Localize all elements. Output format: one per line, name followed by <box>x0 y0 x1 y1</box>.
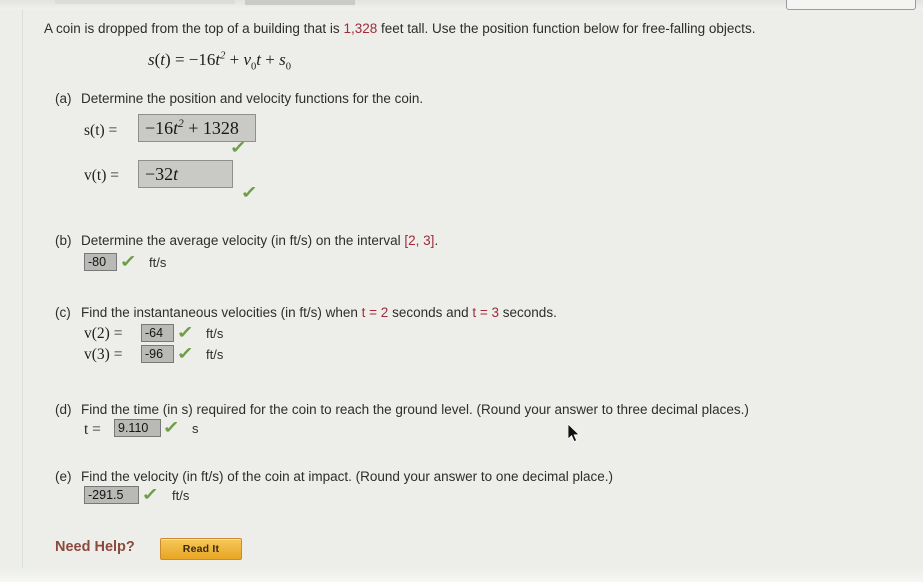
part-b-answer-box[interactable]: -80 <box>84 253 117 271</box>
part-c-row-1-lhs: v(3) = <box>84 346 123 363</box>
part-c-v3-correct-icon: ✓ <box>176 344 195 363</box>
part-b-text: Determine the average velocity (in ft/s)… <box>81 233 438 248</box>
part-d-lhs: t = <box>84 421 101 438</box>
part-b-label: (b) <box>55 233 72 248</box>
part-d-answer-box[interactable]: 9.110 <box>114 419 161 437</box>
part-d-text: Find the time (in s) required for the co… <box>81 402 749 417</box>
part-c-text-before: Find the instantaneous velocities (in ft… <box>81 305 362 320</box>
read-it-button[interactable]: Read It <box>160 538 242 560</box>
part-b-text-before: Determine the average velocity (in ft/s)… <box>81 233 405 248</box>
part-e-text: Find the velocity (in ft/s) of the coin … <box>81 469 613 484</box>
part-c-v2-answer-value: -64 <box>145 326 164 340</box>
problem-text-after: feet tall. Use the position function bel… <box>377 21 756 36</box>
part-b-interval: [2, 3] <box>404 233 435 248</box>
mouse-cursor <box>568 424 580 443</box>
part-c-v3-answer-value: -96 <box>145 347 164 361</box>
part-e-units: ft/s <box>172 488 190 503</box>
part-e-answer-value: -291.5 <box>88 488 124 502</box>
bottom-chrome-strip <box>0 568 923 582</box>
part-a-velocity-answer-value: −32t <box>145 163 179 184</box>
part-b-answer-value: -80 <box>88 255 107 269</box>
part-e-label: (e) <box>55 469 72 484</box>
part-d-label: (d) <box>55 402 72 417</box>
part-a-row-1-lhs: v(t) = <box>84 167 119 184</box>
part-b-text-after: . <box>434 233 439 248</box>
part-c-text: Find the instantaneous velocities (in ft… <box>81 305 557 320</box>
part-c-v2-units: ft/s <box>206 326 224 341</box>
part-a-label: (a) <box>55 91 72 106</box>
part-c-v3-answer-box[interactable]: -96 <box>141 345 174 363</box>
part-a-velocity-correct-icon: ✓ <box>240 183 259 202</box>
part-d-answer-value: 9.110 <box>118 421 149 435</box>
part-a-position-correct-icon: ✓ <box>229 138 248 157</box>
position-function-formula: s(t) = −16t2 + v0t + s0 <box>148 50 291 73</box>
part-c-text-after: seconds. <box>499 305 557 320</box>
problem-text-before: A coin is dropped from the top of a buil… <box>44 21 344 36</box>
part-d-correct-icon: ✓ <box>162 418 181 437</box>
exercise-content: A coin is dropped from the top of a buil… <box>0 0 923 582</box>
part-c-v2-answer-box[interactable]: -64 <box>141 324 174 342</box>
part-a-position-answer-value: −16t2 + 1328 <box>145 117 239 138</box>
part-c-t-second: t = 3 <box>472 305 500 320</box>
part-d-units: s <box>192 421 199 436</box>
part-b-units: ft/s <box>149 255 167 270</box>
part-e-correct-icon: ✓ <box>141 485 160 504</box>
part-a-velocity-answer-box[interactable]: −32t <box>138 160 233 188</box>
part-c-row-0-lhs: v(2) = <box>84 325 123 342</box>
part-c-label: (c) <box>55 305 71 320</box>
part-e-answer-box[interactable]: -291.5 <box>84 486 139 504</box>
need-help-label: Need Help? <box>55 539 135 555</box>
part-c-v2-correct-icon: ✓ <box>176 323 195 342</box>
part-a-text: Determine the position and velocity func… <box>81 91 424 106</box>
problem-building-height: 1,328 <box>343 21 378 36</box>
part-c-v3-units: ft/s <box>206 347 224 362</box>
problem-statement: A coin is dropped from the top of a buil… <box>44 20 904 38</box>
part-c-text-middle: seconds and <box>388 305 473 320</box>
part-b-correct-icon: ✓ <box>119 252 138 271</box>
part-a-row-0-lhs: s(t) = <box>84 122 118 139</box>
part-c-t-first: t = 2 <box>361 305 389 320</box>
